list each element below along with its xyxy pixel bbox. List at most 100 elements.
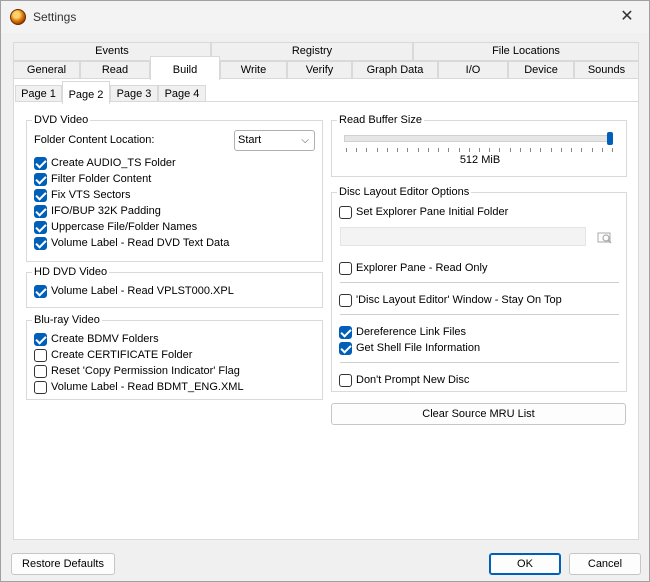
option-dont-prompt-new-disc[interactable]: Don't Prompt New Disc (339, 372, 469, 388)
option-volume-dvd-text[interactable]: Volume Label - Read DVD Text Data (34, 235, 229, 251)
checkbox[interactable] (34, 188, 47, 202)
subtab-page-2[interactable]: Page 2 (62, 81, 110, 104)
slider-tick (602, 148, 603, 152)
option-create-bdmv[interactable]: Create BDMV Folders (34, 331, 159, 347)
option-ifo-bup-padding[interactable]: IFO/BUP 32K Padding (34, 203, 161, 219)
tab-row-1: Events Registry File Locations (13, 42, 639, 61)
slider-tick (530, 148, 531, 152)
option-dereference-links[interactable]: Dereference Link Files (339, 324, 466, 340)
settings-window: Settings ✕ Events Registry File Location… (0, 0, 650, 582)
checkbox[interactable] (34, 236, 47, 250)
slider-tick (428, 148, 429, 152)
read-buffer-slider-thumb[interactable] (607, 132, 613, 145)
option-filter-folder[interactable]: Filter Folder Content (34, 171, 151, 187)
slider-tick (346, 148, 347, 152)
slider-tick (612, 148, 613, 152)
folder-location-label: Folder Content Location: (34, 134, 155, 146)
hd-dvd-video-title: HD DVD Video (32, 266, 110, 278)
option-label: 'Disc Layout Editor' Window - Stay On To… (356, 294, 562, 306)
option-volume-vplst[interactable]: Volume Label - Read VPLST000.XPL (34, 283, 234, 299)
slider-tick (366, 148, 367, 152)
app-icon (10, 9, 26, 25)
read-buffer-value: 512 MiB (459, 154, 501, 166)
checkbox[interactable] (339, 205, 352, 219)
bluray-video-title: Blu-ray Video (32, 314, 102, 326)
hd-dvd-video-group: HD DVD Video Volume Label - Read VPLST00… (26, 266, 323, 308)
checkbox[interactable] (34, 220, 47, 234)
chevron-down-icon: ⌵ (301, 135, 309, 146)
slider-tick (592, 148, 593, 152)
option-stay-on-top[interactable]: 'Disc Layout Editor' Window - Stay On To… (339, 292, 562, 308)
window-title: Settings (33, 10, 77, 24)
read-buffer-title: Read Buffer Size (337, 114, 424, 126)
tab-registry[interactable]: Registry (211, 42, 413, 61)
checkbox[interactable] (34, 364, 47, 378)
slider-tick (407, 148, 408, 152)
browse-folder-icon[interactable] (597, 229, 613, 245)
disc-layout-title: Disc Layout Editor Options (337, 186, 472, 198)
folder-location-select[interactable]: Start ⌵ (234, 130, 315, 151)
option-create-certificate[interactable]: Create CERTIFICATE Folder (34, 347, 192, 363)
title-bar: Settings ✕ (1, 1, 649, 33)
read-buffer-slider-track[interactable] (344, 135, 612, 142)
option-volume-bdmt[interactable]: Volume Label - Read BDMT_ENG.XML (34, 379, 244, 395)
slider-tick (551, 148, 552, 152)
checkbox[interactable] (34, 172, 47, 186)
slider-tick (397, 148, 398, 152)
slider-tick (387, 148, 388, 152)
slider-tick (469, 148, 470, 152)
option-reset-cpi-flag[interactable]: Reset 'Copy Permission Indicator' Flag (34, 363, 240, 379)
checkbox[interactable] (34, 204, 47, 218)
option-get-shell-info[interactable]: Get Shell File Information (339, 340, 480, 356)
tab-build[interactable]: Build (150, 56, 220, 80)
checkbox[interactable] (339, 325, 352, 339)
slider-tick (418, 148, 419, 152)
separator (340, 362, 619, 363)
checkbox[interactable] (339, 373, 352, 387)
slider-tick (479, 148, 480, 152)
option-label: Uppercase File/Folder Names (51, 221, 198, 233)
option-set-explorer-folder[interactable]: Set Explorer Pane Initial Folder (339, 204, 508, 220)
option-label: Volume Label - Read VPLST000.XPL (51, 285, 234, 297)
option-label: Create CERTIFICATE Folder (51, 349, 193, 361)
option-fix-vts[interactable]: Fix VTS Sectors (34, 187, 130, 203)
slider-tick (540, 148, 541, 152)
explorer-folder-input[interactable] (340, 227, 586, 246)
checkbox[interactable] (34, 348, 47, 362)
slider-tick (581, 148, 582, 152)
dvd-video-group: DVD Video Folder Content Location: Start… (26, 114, 323, 262)
disc-layout-group: Disc Layout Editor Options Set Explorer … (331, 186, 627, 392)
option-create-audio-ts[interactable]: Create AUDIO_TS Folder (34, 155, 176, 171)
option-uppercase-names[interactable]: Uppercase File/Folder Names (34, 219, 197, 235)
slider-tick (489, 148, 490, 152)
close-icon[interactable]: ✕ (613, 5, 641, 29)
option-explorer-read-only[interactable]: Explorer Pane - Read Only (339, 260, 487, 276)
checkbox[interactable] (34, 380, 47, 394)
dvd-video-title: DVD Video (32, 114, 91, 126)
slider-tick (520, 148, 521, 152)
slider-tick (438, 148, 439, 152)
restore-defaults-button[interactable]: Restore Defaults (11, 553, 115, 575)
option-label: Fix VTS Sectors (51, 189, 131, 201)
slider-tick (510, 148, 511, 152)
checkbox[interactable] (34, 332, 47, 346)
checkbox[interactable] (339, 293, 352, 307)
option-label: Don't Prompt New Disc (356, 374, 470, 386)
option-label: Dereference Link Files (356, 326, 467, 338)
clear-source-mru-button[interactable]: Clear Source MRU List (331, 403, 626, 425)
option-label: Reset 'Copy Permission Indicator' Flag (51, 365, 240, 377)
checkbox[interactable] (34, 156, 47, 170)
cancel-button[interactable]: Cancel (569, 553, 641, 575)
slider-tick (377, 148, 378, 152)
read-buffer-group: Read Buffer Size 512 MiB (331, 114, 627, 177)
checkbox[interactable] (34, 284, 47, 298)
bluray-video-group: Blu-ray Video Create BDMV Folders Create… (26, 314, 323, 400)
slider-tick (499, 148, 500, 152)
checkbox[interactable] (339, 261, 352, 275)
option-label: Volume Label - Read DVD Text Data (51, 237, 230, 249)
option-label: Volume Label - Read BDMT_ENG.XML (51, 381, 244, 393)
ok-button[interactable]: OK (489, 553, 561, 575)
slider-ticks (346, 148, 613, 152)
checkbox[interactable] (339, 341, 352, 355)
tab-file-locations[interactable]: File Locations (413, 42, 639, 61)
